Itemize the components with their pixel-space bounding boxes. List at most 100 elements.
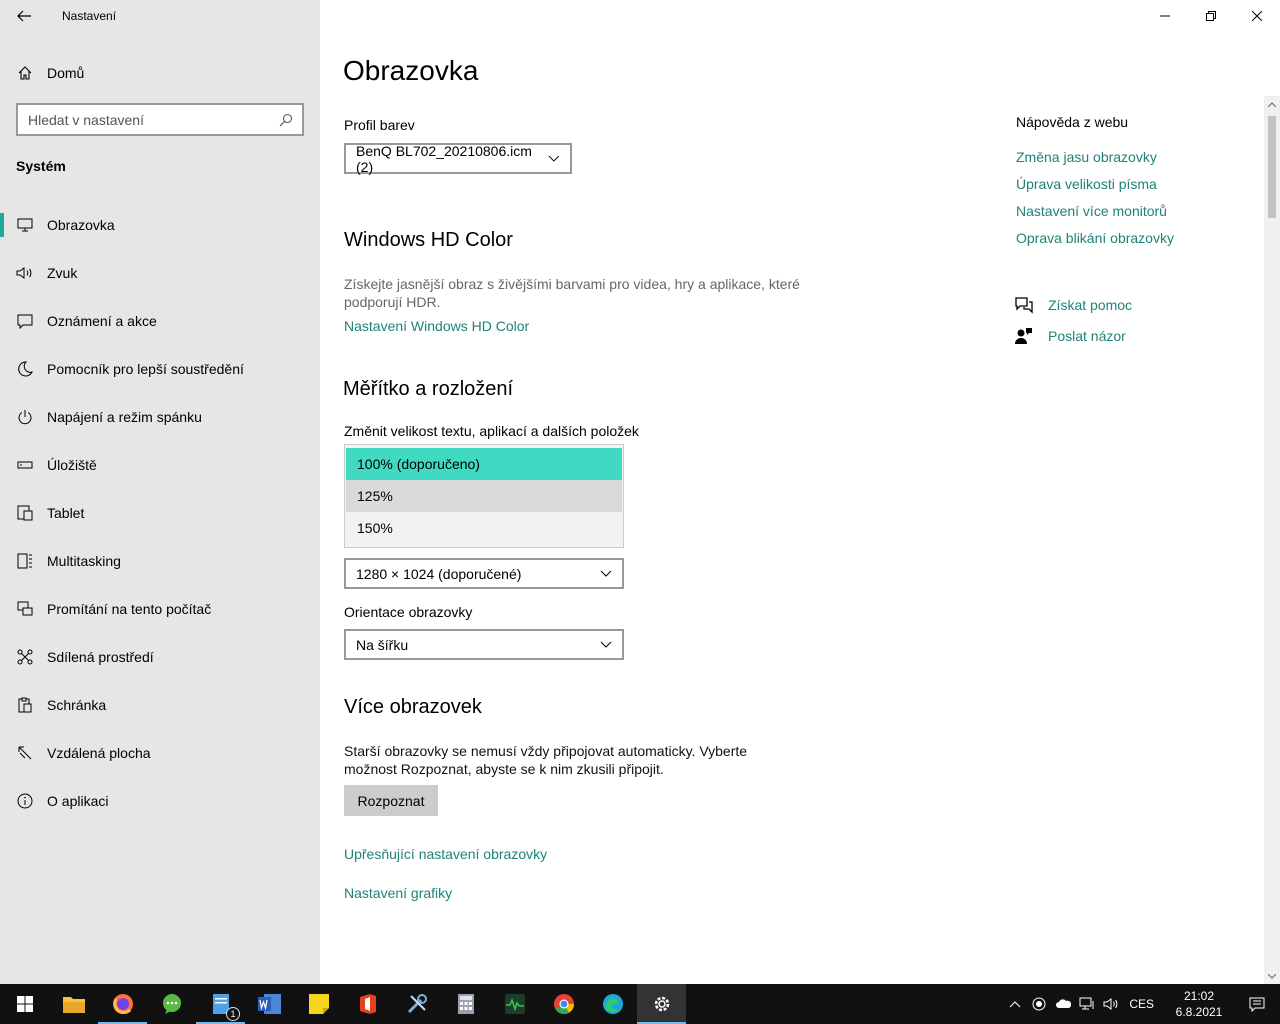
help-link-flicker[interactable]: Oprava blikání obrazovky [1016,230,1174,246]
section-title: Systém [16,158,66,174]
help-link-multiple-monitors[interactable]: Nastavení více monitorů [1016,203,1167,219]
sidebar-item-label: Napájení a režim spánku [47,409,202,425]
tablet-icon [16,505,34,521]
sidebar-item-o-aplikaci[interactable]: O aplikaci [0,777,320,825]
window-controls [1142,0,1280,32]
office-icon [359,994,376,1014]
clock-time: 21:02 [1183,989,1215,1003]
projecting-icon [16,601,34,617]
sidebar-item-label: O aplikaci [47,793,109,809]
help-link-brightness[interactable]: Změna jasu obrazovky [1016,149,1157,165]
clock[interactable]: 21:02 6.8.2021 [1164,988,1234,1020]
sidebar-item-obrazovka[interactable]: Obrazovka [0,201,320,249]
sidebar-item-oznameni[interactable]: Oznámení a akce [0,297,320,345]
get-help-link[interactable]: Získat pomoc [1048,297,1132,313]
scroll-up-icon[interactable] [1264,96,1280,112]
tools-icon [407,994,427,1014]
minimize-button[interactable] [1142,0,1188,32]
taskbar-tools[interactable] [392,984,441,1024]
color-profile-value: BenQ BL702_20210806.icm (2) [356,142,532,175]
back-button[interactable] [8,0,40,32]
tray-record-button[interactable] [1027,984,1051,1024]
sidebar-nav: Obrazovka Zvuk Oznámení a akce Pomocník … [0,201,320,825]
taskbar-sticky-notes[interactable] [294,984,343,1024]
sidebar-item-schranka[interactable]: Schránka [0,681,320,729]
start-button[interactable] [0,984,49,1024]
taskbar-edge[interactable] [588,984,637,1024]
sidebar-item-tablet[interactable]: Tablet [0,489,320,537]
cloud-icon [1056,999,1072,1008]
close-button[interactable] [1234,0,1280,32]
tray-volume-button[interactable] [1099,984,1123,1024]
close-icon [1252,11,1262,21]
taskbar-calculator[interactable] [441,984,490,1024]
action-center-button[interactable] [1234,984,1280,1024]
tray-onedrive-button[interactable] [1051,984,1075,1024]
input-language[interactable]: CES [1129,997,1154,1011]
restore-button[interactable] [1188,0,1234,32]
calculator-icon [457,994,474,1014]
scale-option-150[interactable]: 150% [346,512,622,544]
taskbar-file-explorer[interactable] [49,984,98,1024]
hd-color-description: Získejte jasnější obraz s živějšími barv… [344,276,800,310]
messenger-icon [162,994,181,1014]
scroll-thumb[interactable] [1268,116,1276,218]
graphics-settings-link[interactable]: Nastavení grafiky [344,885,452,901]
help-title: Nápověda z webu [1016,114,1129,130]
tray-network-button[interactable] [1075,984,1099,1024]
feedback-link[interactable]: Poslat názor [1048,328,1126,344]
color-profile-select[interactable]: BenQ BL702_20210806.icm (2) [344,142,572,175]
search-box[interactable] [16,103,304,136]
orientation-value: Na šířku [356,636,409,653]
hd-color-settings-link[interactable]: Nastavení Windows HD Color [344,318,529,334]
sidebar-item-sdilena[interactable]: Sdílená prostředí [0,633,320,681]
feedback-item[interactable]: Poslat názor [1014,324,1126,348]
get-help-item[interactable]: Získat pomoc [1014,293,1132,317]
title-bar: Nastavení [0,0,320,32]
sidebar-item-label: Vzdálená plocha [47,745,151,761]
home-nav-item[interactable]: Domů [0,57,320,89]
sidebar-item-soustredeni[interactable]: Pomocník pro lepší soustředění [0,345,320,393]
volume-icon [1103,998,1118,1010]
detect-button[interactable]: Rozpoznat [344,785,438,816]
chevron-down-icon [600,641,612,648]
scrollbar[interactable] [1264,96,1280,984]
color-profile-label: Profil barev [344,117,415,133]
resolution-value: 1280 × 1024 (doporučené) [356,565,522,582]
firefox-icon [112,994,133,1014]
sidebar-item-zvuk[interactable]: Zvuk [0,249,320,297]
power-icon [16,409,34,425]
taskbar-resource-monitor[interactable] [490,984,539,1024]
advanced-display-settings-link[interactable]: Upřesňující nastavení obrazovky [344,846,547,862]
sidebar-item-label: Pomocník pro lepší soustředění [47,361,244,377]
home-label: Domů [47,65,85,81]
tray-overflow-button[interactable] [1003,984,1027,1024]
taskbar-messenger[interactable] [147,984,196,1024]
taskbar-firefox[interactable] [98,984,147,1024]
scale-option-100[interactable]: 100% (doporučeno) [346,448,622,480]
sidebar-item-uloziste[interactable]: Úložiště [0,441,320,489]
sidebar-item-multitasking[interactable]: Multitasking [0,537,320,585]
sidebar-item-napajeni[interactable]: Napájení a režim spánku [0,393,320,441]
sidebar-item-label: Obrazovka [47,217,115,233]
taskbar-word[interactable] [245,984,294,1024]
resolution-select[interactable]: 1280 × 1024 (doporučené) [344,558,624,589]
file-explorer-icon [62,997,85,1013]
help-link-font-size[interactable]: Úprava velikosti písma [1016,176,1157,192]
scroll-down-icon[interactable] [1264,968,1280,984]
scale-heading: Měřítko a rozložení [343,378,514,400]
orientation-select[interactable]: Na šířku [344,629,624,660]
scale-option-125[interactable]: 125% [346,480,622,512]
sidebar-item-label: Sdílená prostředí [47,649,154,665]
hd-color-heading: Windows HD Color [344,229,513,251]
sidebar-item-promitani[interactable]: Promítání na tento počítač [0,585,320,633]
taskbar-notepad[interactable]: 1 [196,984,245,1024]
taskbar-office[interactable] [343,984,392,1024]
taskbar-settings[interactable] [637,984,686,1024]
taskbar-chrome[interactable] [539,984,588,1024]
sidebar-item-vzdalena[interactable]: Vzdálená plocha [0,729,320,777]
search-input[interactable] [28,111,268,128]
minimize-icon [1160,15,1170,17]
home-icon [17,65,33,81]
orientation-label: Orientace obrazovky [344,604,473,620]
